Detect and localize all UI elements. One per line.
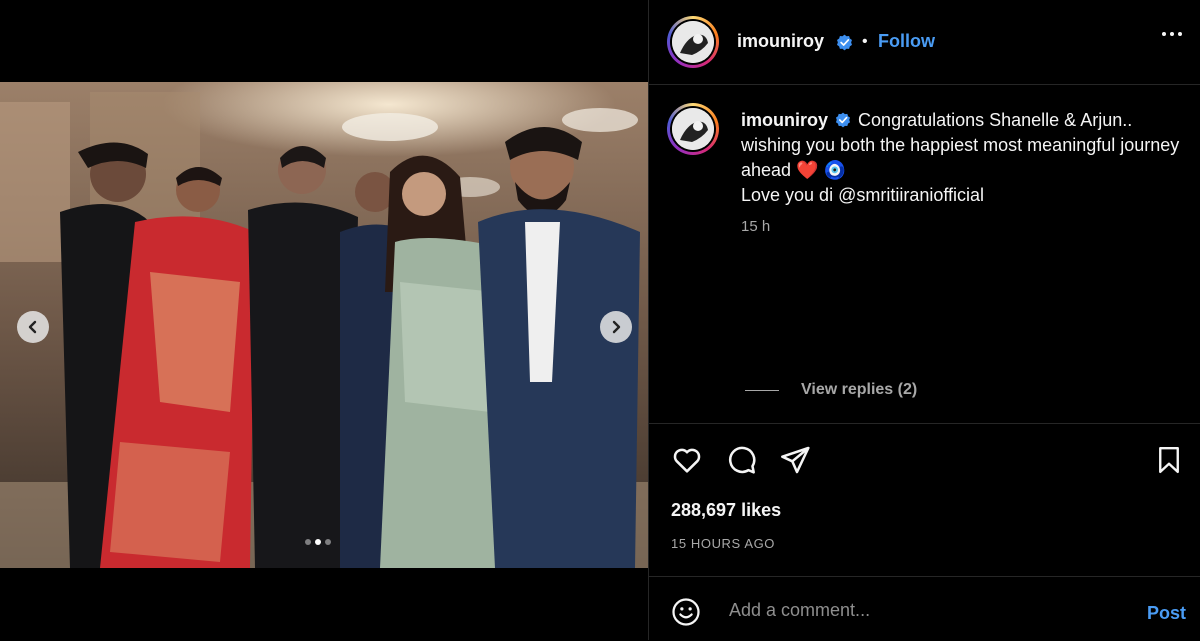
view-replies-button[interactable]: View replies (2) — [745, 381, 917, 399]
carousel-dot-active — [315, 539, 321, 545]
heart-icon[interactable] — [671, 444, 703, 476]
header-avatar[interactable] — [667, 16, 719, 68]
comment-input[interactable] — [727, 591, 1111, 629]
post-timestamp: 15 HOURS AGO — [671, 536, 776, 551]
carousel-indicator — [305, 539, 331, 545]
bookmark-icon[interactable] — [1154, 444, 1184, 476]
photo-illustration — [0, 82, 648, 568]
verified-badge-icon — [837, 34, 852, 51]
actions-divider — [649, 423, 1200, 424]
share-icon[interactable] — [779, 444, 811, 476]
header-username[interactable]: imouniroy — [737, 31, 824, 52]
caption-mention-line: Love you di @smritiiraniofficial — [741, 185, 985, 205]
view-replies-label: View replies (2) — [801, 381, 918, 398]
comment-bar: Post — [649, 576, 1200, 641]
comment-icon[interactable] — [725, 444, 757, 476]
action-bar — [671, 444, 811, 476]
carousel-dot — [325, 539, 331, 545]
media-panel — [0, 0, 648, 640]
post-details-panel: imouniroy • Follow imouniroy Congratulat… — [649, 0, 1200, 640]
chevron-right-icon — [612, 320, 621, 334]
carousel-next-button[interactable] — [600, 311, 632, 343]
caption-emoji: ❤️ 🧿 — [796, 160, 846, 180]
caption-timestamp: 15 h — [741, 218, 771, 235]
verified-badge-icon — [835, 112, 851, 128]
post-comment-button[interactable]: Post — [1147, 603, 1186, 624]
carousel-prev-button[interactable] — [17, 311, 49, 343]
post-header: imouniroy • Follow — [649, 0, 1200, 85]
follow-button[interactable]: Follow — [878, 31, 935, 52]
chevron-left-icon — [28, 320, 37, 334]
post-caption: imouniroy Congratulations Shanelle & Arj… — [741, 108, 1181, 208]
emoji-icon[interactable] — [671, 597, 701, 627]
likes-count[interactable]: 288,697 likes — [671, 500, 781, 521]
carousel-dot — [305, 539, 311, 545]
caption-username[interactable]: imouniroy — [741, 110, 828, 130]
post-photo[interactable] — [0, 82, 648, 568]
avatar-image — [672, 21, 714, 63]
caption-avatar[interactable] — [667, 103, 719, 155]
avatar-image — [672, 108, 714, 150]
more-options-icon[interactable] — [1162, 32, 1182, 36]
header-separator: • — [862, 33, 868, 50]
